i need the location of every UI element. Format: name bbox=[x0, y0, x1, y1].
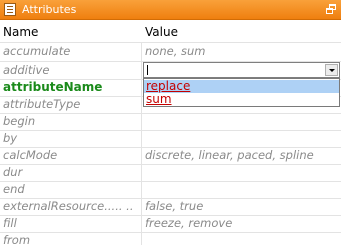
name-column-header[interactable]: Name bbox=[3, 25, 38, 39]
additive-value-combobox[interactable] bbox=[143, 62, 340, 78]
attribute-name: fill bbox=[3, 216, 17, 230]
attribute-row[interactable]: fill freeze, remove bbox=[0, 215, 341, 232]
attribute-name: attributeType bbox=[3, 97, 81, 111]
attributes-panel-icon bbox=[4, 3, 16, 16]
panel-title: Attributes bbox=[22, 3, 77, 16]
dropdown-option-replace[interactable]: replace bbox=[144, 80, 339, 93]
dropdown-toggle-button[interactable] bbox=[325, 64, 338, 76]
attribute-row[interactable]: externalResource..... .. false, true bbox=[0, 198, 341, 215]
attribute-row[interactable]: dur bbox=[0, 164, 341, 181]
text-caret bbox=[147, 65, 148, 75]
restore-window-icon[interactable] bbox=[326, 4, 337, 15]
attribute-row[interactable]: begin bbox=[0, 113, 341, 130]
panel-titlebar: Attributes bbox=[0, 0, 341, 20]
attribute-name: accumulate bbox=[3, 44, 71, 58]
column-header-row: Name Value bbox=[0, 22, 341, 42]
attribute-name: by bbox=[3, 131, 18, 145]
attribute-value[interactable]: false, true bbox=[145, 198, 203, 215]
value-column-header[interactable]: Value bbox=[145, 25, 178, 39]
chevron-down-icon bbox=[329, 69, 335, 72]
attribute-row[interactable]: accumulate none, sum bbox=[0, 43, 341, 60]
dropdown-option-sum[interactable]: sum bbox=[144, 93, 339, 106]
attribute-value[interactable]: discrete, linear, paced, spline bbox=[145, 147, 314, 164]
attribute-row[interactable]: calcMode discrete, linear, paced, spline bbox=[0, 147, 341, 164]
attribute-value[interactable]: freeze, remove bbox=[145, 215, 232, 232]
attribute-name: dur bbox=[3, 165, 23, 179]
attribute-name: end bbox=[3, 182, 25, 196]
attribute-value[interactable]: none, sum bbox=[145, 43, 205, 60]
attribute-name: additive bbox=[3, 63, 50, 77]
attribute-name: externalResource..... .. bbox=[3, 199, 134, 213]
value-dropdown-list: replace sum bbox=[143, 78, 340, 107]
attribute-name-required: attributeName bbox=[3, 80, 103, 94]
attribute-row[interactable]: from bbox=[0, 232, 341, 249]
attribute-row[interactable]: by bbox=[0, 130, 341, 147]
attribute-name: calcMode bbox=[3, 148, 58, 162]
attribute-row[interactable]: end bbox=[0, 181, 341, 198]
attribute-name: begin bbox=[3, 114, 36, 128]
attribute-name: from bbox=[3, 233, 31, 247]
